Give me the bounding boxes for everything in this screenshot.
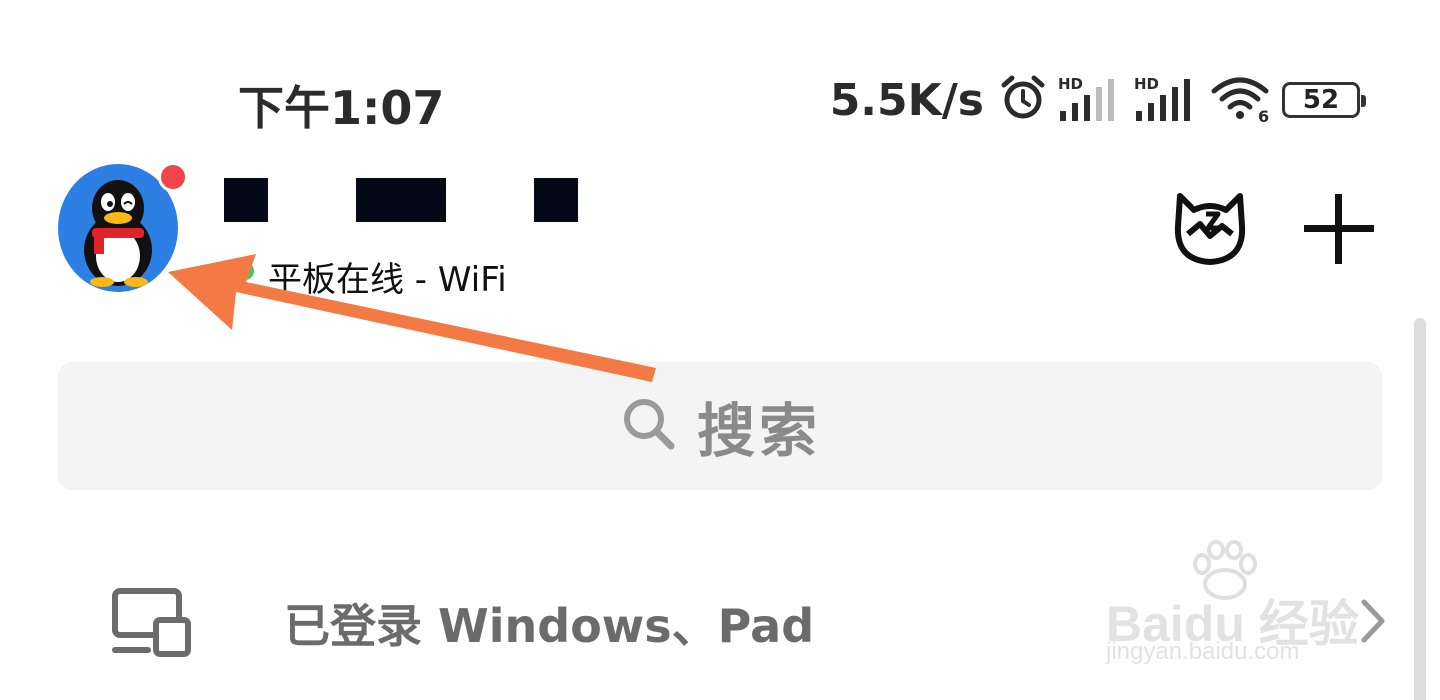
qq-main-screen: 下午1:07 5.5K/s HD HD 6 52 平板在线 - WiFi 搜索 …	[0, 0, 1440, 700]
annotation-arrow-icon	[168, 254, 656, 382]
